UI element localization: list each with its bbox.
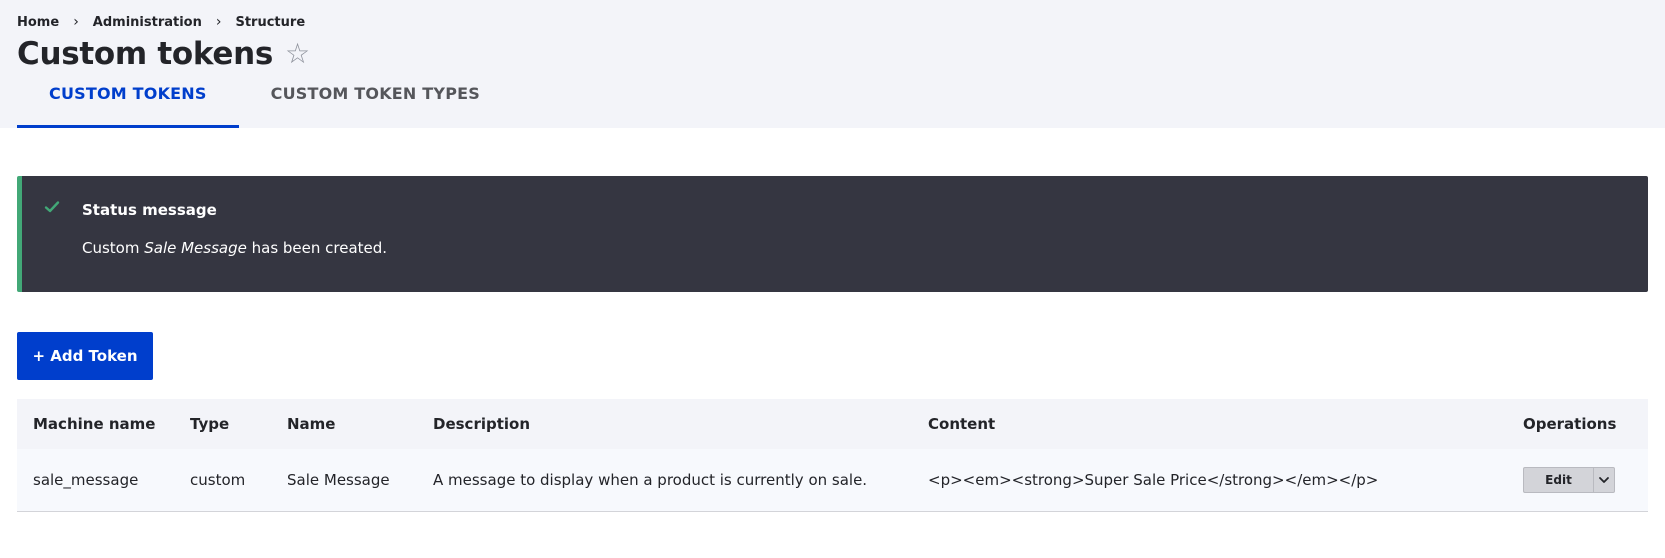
- add-token-button[interactable]: + Add Token: [17, 332, 153, 380]
- column-header-description: Description: [433, 415, 531, 433]
- breadcrumb: Home › Administration › Structure: [17, 14, 305, 30]
- primary-tabs: CUSTOM TOKENS CUSTOM TOKEN TYPES: [17, 84, 512, 128]
- column-header-operations: Operations: [1523, 415, 1617, 433]
- tab-custom-tokens[interactable]: CUSTOM TOKENS: [17, 84, 239, 128]
- column-header-name: Name: [287, 415, 336, 433]
- breadcrumb-separator-icon: ›: [73, 14, 79, 30]
- breadcrumb-home[interactable]: Home: [17, 15, 59, 30]
- tokens-table: Machine name Type Name Description Conte…: [17, 399, 1648, 512]
- column-header-content: Content: [928, 415, 996, 433]
- dropbutton-toggle[interactable]: [1593, 466, 1615, 493]
- chevron-down-icon: [1599, 476, 1609, 483]
- tab-custom-token-types[interactable]: CUSTOM TOKEN TYPES: [239, 84, 512, 128]
- operations-dropbutton: Edit: [1523, 466, 1615, 493]
- cell-type: custom: [190, 470, 246, 489]
- table-header-row: Machine name Type Name Description Conte…: [17, 399, 1648, 449]
- status-text: Custom Sale Message has been created.: [82, 239, 387, 257]
- status-text-before: Custom: [82, 239, 145, 257]
- breadcrumb-structure[interactable]: Structure: [235, 15, 305, 30]
- page-header: Home › Administration › Structure Custom…: [0, 0, 1665, 128]
- status-text-after: has been created.: [246, 239, 388, 257]
- status-title: Status message: [82, 201, 217, 219]
- table-row: sale_message custom Sale Message A messa…: [17, 449, 1648, 511]
- cell-content: <p><em><strong>Super Sale Price</strong>…: [928, 470, 1379, 489]
- breadcrumb-administration[interactable]: Administration: [93, 15, 202, 30]
- title-row: Custom tokens ☆: [17, 36, 310, 72]
- cell-description: A message to display when a product is c…: [433, 470, 868, 489]
- check-icon: [44, 201, 60, 213]
- edit-button[interactable]: Edit: [1523, 466, 1593, 493]
- column-header-type: Type: [190, 415, 230, 433]
- cell-operations: Edit: [1507, 449, 1648, 511]
- status-text-token-name: Sale Message: [144, 239, 247, 257]
- breadcrumb-separator-icon: ›: [215, 14, 222, 30]
- cell-name: Sale Message: [287, 470, 390, 489]
- cell-machine-name: sale_message: [33, 470, 139, 489]
- main-content: Status message Custom Sale Message has b…: [0, 176, 1665, 512]
- star-icon[interactable]: ☆: [285, 40, 310, 68]
- status-message: Status message Custom Sale Message has b…: [17, 176, 1648, 292]
- page-title: Custom tokens: [17, 36, 274, 72]
- column-header-machine-name: Machine name: [33, 415, 156, 433]
